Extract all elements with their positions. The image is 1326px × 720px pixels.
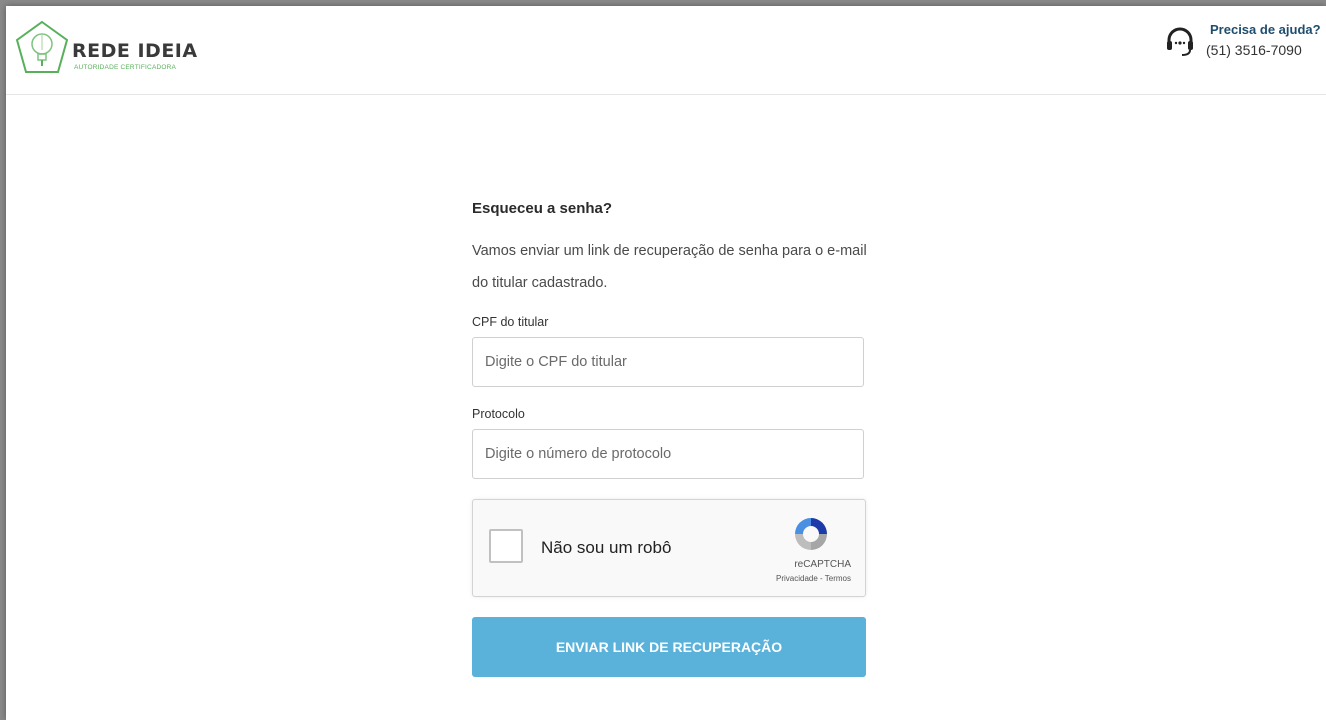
- help-contact: Precisa de ajuda? (51) 3516-7090: [1164, 20, 1326, 70]
- lightbulb-pentagon-logo-icon: [15, 20, 69, 73]
- recaptcha-label: Não sou um robô: [541, 538, 672, 557]
- help-phone[interactable]: (51) 3516-7090: [1206, 42, 1302, 58]
- recaptcha-widget: Não sou um robô reCAPTCHA Privacidade - …: [472, 499, 866, 597]
- cpf-label: CPF do titular: [472, 315, 549, 329]
- send-recovery-link-button[interactable]: ENVIAR LINK DE RECUPERAÇÃO: [472, 617, 866, 677]
- cpf-input[interactable]: [472, 337, 864, 387]
- password-recovery-form: Esqueceu a senha? Vamos enviar um link d…: [472, 200, 872, 677]
- headset-icon: [1167, 27, 1193, 56]
- rede-ideia-logo[interactable]: REDE IDEIA AUTORIDADE CERTIFICADORA: [14, 20, 204, 80]
- site-header: REDE IDEIA AUTORIDADE CERTIFICADORA Prec…: [6, 6, 1326, 95]
- recaptcha-links[interactable]: Privacidade - Termos: [776, 574, 851, 583]
- browser-page: REDE IDEIA AUTORIDADE CERTIFICADORA Prec…: [6, 6, 1326, 720]
- protocol-label: Protocolo: [472, 407, 525, 421]
- recaptcha-checkbox[interactable]: [489, 529, 523, 563]
- help-title: Precisa de ajuda?: [1210, 22, 1321, 37]
- recaptcha-brand: reCAPTCHA: [794, 559, 851, 570]
- form-description: Vamos enviar um link de recuperação de s…: [472, 243, 867, 291]
- logo-subtitle: AUTORIDADE CERTIFICADORA: [74, 64, 177, 71]
- logo-title: REDE IDEIA: [72, 40, 198, 62]
- recaptcha-logo-icon: [795, 518, 827, 550]
- protocol-input[interactable]: [472, 429, 864, 479]
- page-title: Esqueceu a senha?: [472, 200, 613, 217]
